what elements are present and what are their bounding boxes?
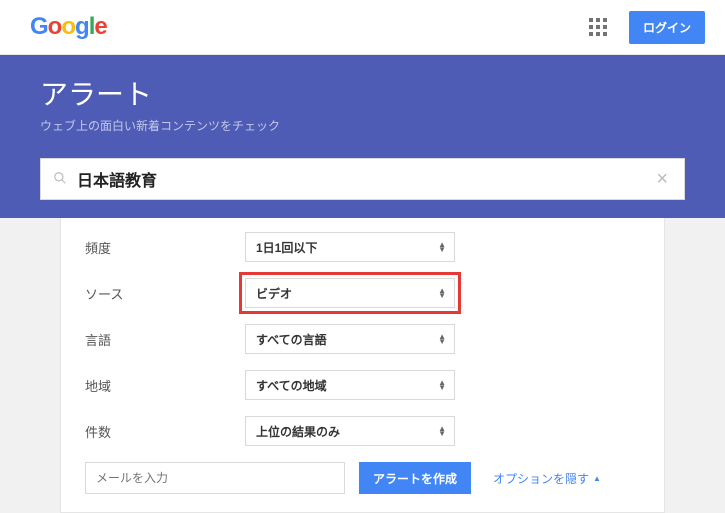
label-region: 地域 (85, 376, 245, 395)
row-source: ソース ビデオ ▲▼ (85, 278, 640, 308)
hide-options-label: オプションを隠す (493, 470, 589, 487)
select-language[interactable]: すべての言語 ▲▼ (245, 324, 455, 354)
top-bar: Google ログイン (0, 0, 725, 55)
sort-icon: ▲▼ (438, 242, 446, 252)
search-box[interactable]: × (40, 158, 685, 200)
row-language: 言語 すべての言語 ▲▼ (85, 324, 640, 354)
google-logo[interactable]: Google (30, 13, 107, 41)
hero: アラート ウェブ上の面白い新着コンテンツをチェック (0, 55, 725, 158)
search-input[interactable] (77, 170, 652, 188)
label-source: ソース (85, 284, 245, 303)
options-panel: 頻度 1日1回以下 ▲▼ ソース ビデオ ▲▼ 言語 すべての言語 ▲▼ 地域 … (60, 218, 665, 513)
sort-icon: ▲▼ (438, 288, 446, 298)
sort-icon: ▲▼ (438, 380, 446, 390)
email-input[interactable] (85, 462, 345, 494)
sort-icon: ▲▼ (438, 334, 446, 344)
label-language: 言語 (85, 330, 245, 349)
select-frequency[interactable]: 1日1回以下 ▲▼ (245, 232, 455, 262)
select-language-value: すべての言語 (256, 331, 327, 348)
select-region-value: すべての地域 (256, 377, 327, 394)
select-frequency-value: 1日1回以下 (256, 239, 317, 256)
sort-icon: ▲▼ (438, 426, 446, 436)
select-region[interactable]: すべての地域 ▲▼ (245, 370, 455, 400)
label-count: 件数 (85, 422, 245, 441)
select-source[interactable]: ビデオ ▲▼ (245, 278, 455, 308)
apps-icon[interactable] (589, 18, 607, 36)
row-region: 地域 すべての地域 ▲▼ (85, 370, 640, 400)
footer-row: アラートを作成 オプションを隠す ▲ (85, 462, 640, 494)
select-count-value: 上位の結果のみ (256, 423, 340, 440)
create-alert-button[interactable]: アラートを作成 (359, 462, 471, 494)
hide-options-link[interactable]: オプションを隠す ▲ (493, 470, 601, 487)
login-button[interactable]: ログイン (629, 11, 705, 44)
select-count[interactable]: 上位の結果のみ ▲▼ (245, 416, 455, 446)
search-wrap: × (0, 158, 725, 218)
chevron-up-icon: ▲ (593, 474, 601, 483)
row-count: 件数 上位の結果のみ ▲▼ (85, 416, 640, 446)
label-frequency: 頻度 (85, 238, 245, 257)
page-subtitle: ウェブ上の面白い新着コンテンツをチェック (40, 117, 685, 134)
row-frequency: 頻度 1日1回以下 ▲▼ (85, 232, 640, 262)
select-source-value: ビデオ (256, 285, 292, 302)
clear-icon[interactable]: × (652, 168, 672, 191)
search-icon (53, 171, 67, 188)
page-title: アラート (40, 73, 685, 113)
